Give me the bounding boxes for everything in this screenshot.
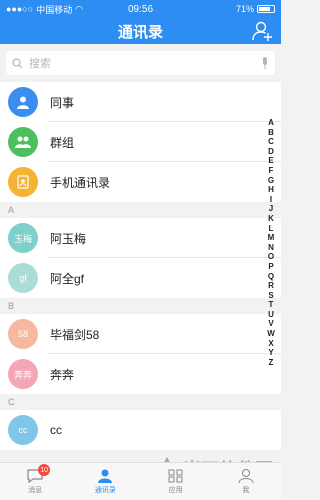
index-letter-l[interactable]: L xyxy=(269,224,274,234)
contact-list: 同事 群组 手机通讯录 A 玉梅 阿玉梅 gf 阿全gf B 58 毕福剑58 … xyxy=(0,82,281,462)
section-header-c: C xyxy=(0,394,281,410)
search-placeholder: 搜索 xyxy=(29,58,51,70)
index-letter-h[interactable]: H xyxy=(268,185,274,195)
index-letter-c[interactable]: C xyxy=(268,137,274,147)
group-icon xyxy=(8,127,38,157)
group-item-colleagues[interactable]: 同事 xyxy=(0,82,281,122)
contact-item[interactable]: 58 毕福剑58 xyxy=(0,314,281,354)
contact-name: 奔奔 xyxy=(50,367,75,382)
microphone-icon[interactable] xyxy=(261,57,269,69)
index-letter-g[interactable]: G xyxy=(268,176,274,186)
contact-item[interactable]: cc cc xyxy=(0,410,281,450)
page-title: 通讯录 xyxy=(117,23,163,41)
contact-name: 阿玉梅 xyxy=(50,231,87,246)
contact-item[interactable]: gf 阿全gf xyxy=(0,258,281,298)
group-label: 群组 xyxy=(50,135,75,150)
index-letter-z[interactable]: Z xyxy=(269,358,274,368)
tab-contacts[interactable]: 通讯录 xyxy=(70,463,140,500)
section-header-a: A xyxy=(0,202,281,218)
index-letter-n[interactable]: N xyxy=(268,243,274,253)
search-bar: 搜索 xyxy=(0,44,281,82)
group-item-groups[interactable]: 群组 xyxy=(0,122,281,162)
index-letter-r[interactable]: R xyxy=(268,281,274,291)
index-letter-q[interactable]: Q xyxy=(268,272,274,282)
contact-name: 毕福剑58 xyxy=(50,327,100,342)
index-letter-a[interactable]: A xyxy=(268,118,274,128)
index-letter-m[interactable]: M xyxy=(268,233,275,243)
tab-me[interactable]: 我 xyxy=(211,463,281,500)
contact-name: cc xyxy=(50,423,62,437)
index-letter-t[interactable]: T xyxy=(269,300,274,310)
index-letter-b[interactable]: B xyxy=(268,128,274,138)
alphabet-index[interactable]: ABCDEFGHIJKLMNOPQRSTUVWXYZ xyxy=(265,118,277,367)
person-icon xyxy=(8,87,38,117)
group-label: 同事 xyxy=(50,95,75,110)
tab-messages[interactable]: 10 消息 xyxy=(0,463,70,500)
add-contact-icon[interactable] xyxy=(251,20,273,42)
contacts-book-icon xyxy=(8,167,38,197)
index-letter-f[interactable]: F xyxy=(269,166,274,176)
tab-label: 我 xyxy=(242,486,250,494)
group-item-phone-contacts[interactable]: 手机通讯录 xyxy=(0,162,281,202)
nav-bar: 通讯录 xyxy=(0,18,281,44)
index-letter-w[interactable]: W xyxy=(267,329,275,339)
contacts-icon xyxy=(98,469,113,483)
index-letter-s[interactable]: S xyxy=(268,291,273,301)
status-bar: ●●●○○ 中国移动 ◠ 09:56 71% xyxy=(0,0,281,18)
status-time: 09:56 xyxy=(127,3,154,15)
index-letter-o[interactable]: O xyxy=(268,252,274,262)
index-letter-d[interactable]: D xyxy=(268,147,274,157)
avatar: gf xyxy=(8,263,38,293)
avatar: cc xyxy=(8,415,38,445)
index-letter-e[interactable]: E xyxy=(268,156,273,166)
contact-item[interactable]: 奔奔 奔奔 xyxy=(0,354,281,394)
contact-item[interactable]: 玉梅 阿玉梅 xyxy=(0,218,281,258)
avatar: 奔奔 xyxy=(8,359,38,389)
tab-label: 通讯录 xyxy=(94,486,116,494)
index-letter-v[interactable]: V xyxy=(268,319,273,329)
avatar: 58 xyxy=(8,319,38,349)
group-label: 手机通讯录 xyxy=(50,175,111,190)
apps-icon xyxy=(168,469,183,482)
index-letter-y[interactable]: Y xyxy=(268,348,273,358)
unread-badge: 10 xyxy=(38,464,51,476)
index-letter-u[interactable]: U xyxy=(268,310,274,320)
index-letter-p[interactable]: P xyxy=(268,262,273,272)
index-letter-k[interactable]: K xyxy=(268,214,274,224)
contact-name: 阿全gf xyxy=(50,271,85,286)
index-letter-j[interactable]: J xyxy=(269,204,273,214)
search-icon xyxy=(12,57,23,68)
tab-bar: 10 消息 通讯录 应用 我 xyxy=(0,462,281,500)
me-icon xyxy=(238,468,254,483)
battery-icon xyxy=(257,5,275,13)
index-letter-i[interactable]: I xyxy=(270,195,272,205)
avatar: 玉梅 xyxy=(8,223,38,253)
search-input[interactable]: 搜索 xyxy=(6,51,275,75)
tab-apps[interactable]: 应用 xyxy=(141,463,211,500)
tab-label: 应用 xyxy=(168,486,183,494)
index-letter-x[interactable]: X xyxy=(268,339,273,349)
section-header-b: B xyxy=(0,298,281,314)
tab-label: 消息 xyxy=(28,486,43,494)
